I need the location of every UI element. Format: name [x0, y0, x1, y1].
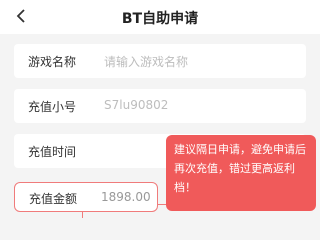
account-label: 充值小号 — [28, 100, 77, 114]
amount-field[interactable]: 充值金额 1898.00 — [14, 182, 158, 212]
game-name-label: 游戏名称 — [28, 55, 77, 69]
tooltip-bubble: 建议隔日申请，避免申请后再次充值，错过更高返利档！ — [166, 135, 316, 211]
bt-application-form: 游戏名称 请输入游戏名称 充值小号 S7lu90802 充值时间 充值金额 18… — [0, 34, 320, 218]
header-bar: BT自助申请 — [0, 0, 320, 34]
game-name-row[interactable]: 游戏名称 请输入游戏名称 — [14, 44, 306, 78]
time-label: 充值时间 — [28, 145, 77, 159]
game-name-input[interactable]: 请输入游戏名称 — [104, 53, 188, 70]
account-value[interactable]: S7lu90802 — [104, 98, 168, 112]
page-title: BT自助申请 — [121, 11, 199, 27]
amount-label: 充值金额 — [29, 192, 78, 206]
account-row[interactable]: 充值小号 S7lu90802 — [14, 89, 306, 123]
amount-value[interactable]: 1898.00 — [101, 190, 151, 204]
